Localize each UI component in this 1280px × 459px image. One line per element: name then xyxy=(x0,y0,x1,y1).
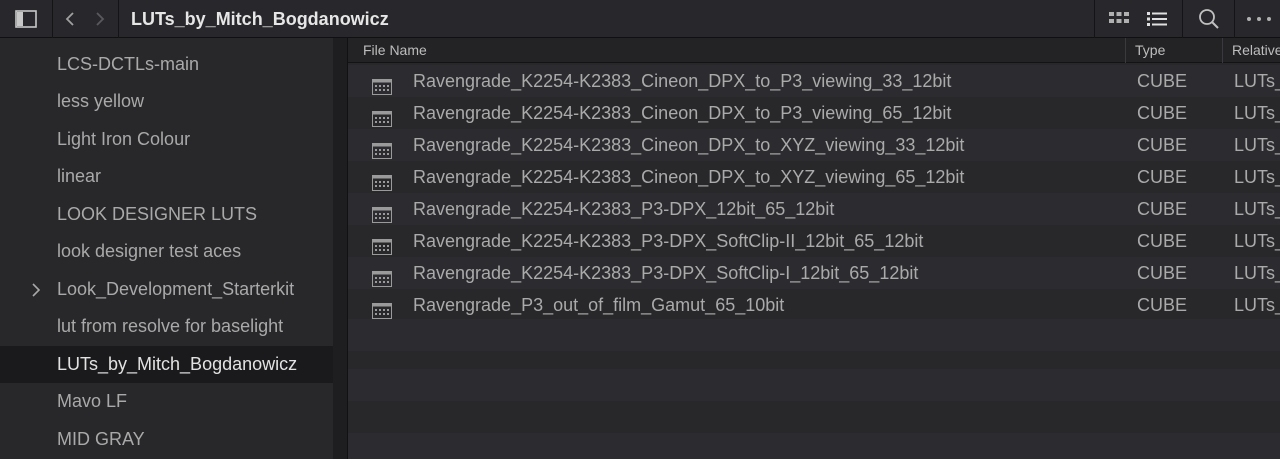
file-name-cell: Ravengrade_K2254-K2383_P3-DPX_SoftClip-I… xyxy=(413,263,919,283)
file-type-cell: CUBE xyxy=(1137,199,1188,219)
table-row[interactable]: Ravengrade_K2254-K2383_Cineon_DPX_to_P3_… xyxy=(348,65,1280,97)
table-row[interactable]: Ravengrade_K2254-K2383_P3-DPX_12bit_65_1… xyxy=(348,193,1280,225)
sidebar-item-lut-from-resolve[interactable]: lut from resolve for baselight xyxy=(0,308,333,345)
sidebar-item-look-designer-luts[interactable]: LOOK DESIGNER LUTS xyxy=(0,196,333,233)
panel-divider[interactable] xyxy=(333,38,348,459)
sidebar-item-label: LOOK DESIGNER LUTS xyxy=(57,204,258,224)
sidebar-item-light-iron-colour[interactable]: Light Iron Colour xyxy=(0,121,333,158)
relative-path-cell: LUTs_ xyxy=(1234,263,1280,283)
file-name-cell: Ravengrade_K2254-K2383_Cineon_DPX_to_P3_… xyxy=(413,103,952,123)
sidebar-item-label: LCS-DCTLs-main xyxy=(57,54,200,74)
relative-path-cell: LUTs_ xyxy=(1234,71,1280,91)
sidebar-item-lcs-dctls-main[interactable]: LCS-DCTLs-main xyxy=(0,46,333,83)
relative-path-cell: LUTs_ xyxy=(1234,103,1280,123)
column-header-relative[interactable]: Relative xyxy=(1232,38,1280,63)
empty-row xyxy=(348,319,1280,351)
chevron-right-icon xyxy=(96,12,105,26)
relative-path-cell: LUTs_ xyxy=(1234,167,1280,187)
file-list: File Name Type Relative Ravengrade_K2254… xyxy=(348,38,1280,459)
sidebar-item-label: LUTs_by_Mitch_Bogdanowicz xyxy=(57,354,298,374)
sidebar-item-luts-by-mitch-bogdanowicz[interactable]: LUTs_by_Mitch_Bogdanowicz xyxy=(0,346,333,383)
sidebar-item-look-development-starterkit[interactable]: Look_Development_Starterkit xyxy=(0,271,333,308)
relative-path-cell: LUTs_ xyxy=(1234,135,1280,155)
column-header: File Name Type Relative xyxy=(348,38,1280,63)
empty-row xyxy=(348,433,1280,459)
column-header-file-name[interactable]: File Name xyxy=(363,38,427,63)
sidebar-item-label: Mavo LF xyxy=(57,391,128,411)
grid-view-button[interactable] xyxy=(1104,0,1134,38)
sidebar-item-linear[interactable]: linear xyxy=(0,158,333,195)
sidebar-item-mid-gray[interactable]: MID GRAY xyxy=(0,421,333,458)
file-name-cell: Ravengrade_K2254-K2383_P3-DPX_12bit_65_1… xyxy=(413,199,835,219)
column-header-type[interactable]: Type xyxy=(1135,38,1165,63)
file-type-cell: CUBE xyxy=(1137,263,1188,283)
file-type-cell: CUBE xyxy=(1137,167,1188,187)
file-name-cell: Ravengrade_K2254-K2383_Cineon_DPX_to_XYZ… xyxy=(413,167,965,187)
sidebar-item-label: less yellow xyxy=(57,91,145,111)
relative-path-cell: LUTs_ xyxy=(1234,295,1280,315)
sidebar-item-label: lut from resolve for baselight xyxy=(57,316,284,336)
sidebar-item-label: MID GRAY xyxy=(57,429,145,449)
more-options-icon xyxy=(1247,17,1271,21)
more-options-button[interactable] xyxy=(1242,0,1276,38)
file-type-cell: CUBE xyxy=(1137,71,1188,91)
file-type-cell: CUBE xyxy=(1137,135,1188,155)
folder-sidebar: LCS-DCTLs-main less yellow Light Iron Co… xyxy=(0,38,333,459)
list-view-button[interactable] xyxy=(1142,0,1172,38)
expand-chevron-icon[interactable] xyxy=(31,271,41,308)
file-name-cell: Ravengrade_K2254-K2383_Cineon_DPX_to_P3_… xyxy=(413,71,952,91)
file-name-cell: Ravengrade_K2254-K2383_P3-DPX_SoftClip-I… xyxy=(413,231,924,251)
search-icon xyxy=(1199,9,1219,29)
table-row[interactable]: Ravengrade_K2254-K2383_Cineon_DPX_to_XYZ… xyxy=(348,161,1280,193)
sidebar-item-label: look designer test aces xyxy=(57,241,242,261)
sidebar-item-label: linear xyxy=(57,166,102,186)
table-row[interactable]: Ravengrade_K2254-K2383_Cineon_DPX_to_XYZ… xyxy=(348,129,1280,161)
sidebar-toggle-button[interactable] xyxy=(6,0,46,38)
top-toolbar: LUTs_by_Mitch_Bogdanowicz xyxy=(0,0,1280,38)
sidebar-item-label: Look_Development_Starterkit xyxy=(57,279,295,299)
file-name-cell: Ravengrade_K2254-K2383_Cineon_DPX_to_XYZ… xyxy=(413,135,965,155)
grid-view-icon xyxy=(1109,12,1129,23)
file-type-cell: CUBE xyxy=(1137,295,1188,315)
empty-row xyxy=(348,369,1280,401)
file-type-cell: CUBE xyxy=(1137,231,1188,251)
page-title: LUTs_by_Mitch_Bogdanowicz xyxy=(131,9,389,29)
forward-button[interactable] xyxy=(86,0,114,38)
sidebar-toggle-icon xyxy=(15,10,37,28)
relative-path-cell: LUTs_ xyxy=(1234,199,1280,219)
file-name-cell: Ravengrade_P3_out_of_film_Gamut_65_10bit xyxy=(413,295,785,315)
table-row[interactable]: Ravengrade_K2254-K2383_P3-DPX_SoftClip-I… xyxy=(348,225,1280,257)
list-view-icon xyxy=(1147,12,1167,26)
search-button[interactable] xyxy=(1192,0,1226,38)
sidebar-item-mavo-lf[interactable]: Mavo LF xyxy=(0,383,333,420)
sidebar-item-label: Light Iron Colour xyxy=(57,129,191,149)
back-button[interactable] xyxy=(56,0,84,38)
relative-path-cell: LUTs_ xyxy=(1234,231,1280,251)
file-type-cell: CUBE xyxy=(1137,103,1188,123)
chevron-left-icon xyxy=(65,12,74,26)
table-row[interactable]: Ravengrade_K2254-K2383_Cineon_DPX_to_P3_… xyxy=(348,97,1280,129)
table-row[interactable]: Ravengrade_K2254-K2383_P3-DPX_SoftClip-I… xyxy=(348,257,1280,289)
table-row[interactable]: Ravengrade_P3_out_of_film_Gamut_65_10bit… xyxy=(348,289,1280,321)
sidebar-item-look-designer-test-aces[interactable]: look designer test aces xyxy=(0,233,333,270)
sidebar-item-less-yellow[interactable]: less yellow xyxy=(0,83,333,120)
